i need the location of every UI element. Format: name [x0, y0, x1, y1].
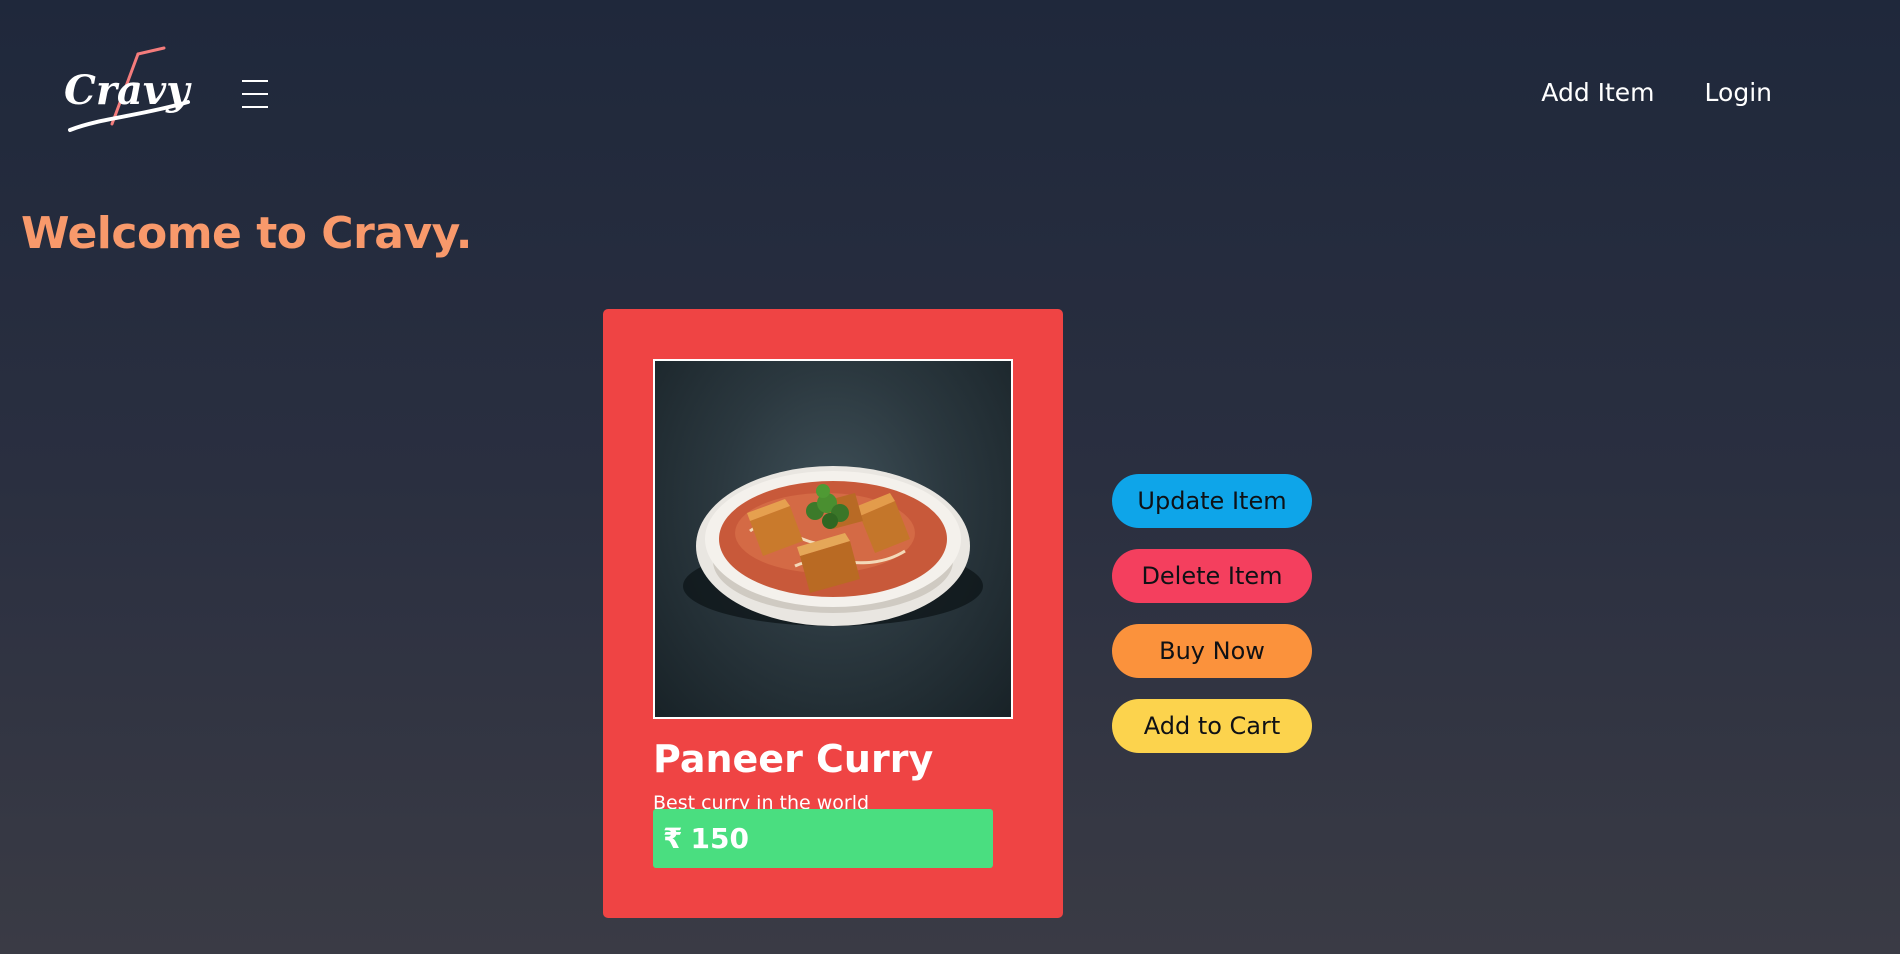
cravy-logo[interactable]: Cravy [60, 44, 198, 144]
buy-now-button[interactable]: Buy Now [1112, 624, 1312, 678]
update-item-button[interactable]: Update Item [1112, 474, 1312, 528]
currency-symbol: ₹ [663, 822, 683, 855]
price-value: 150 [690, 822, 749, 855]
food-item-card: Paneer Curry Best curry in the world ₹ 1… [603, 309, 1063, 918]
navbar: Cravy Add Item Login [0, 0, 1900, 190]
nav-link-login[interactable]: Login [1705, 78, 1772, 107]
add-to-cart-button[interactable]: Add to Cart [1112, 699, 1312, 753]
welcome-heading: Welcome to Cravy. [21, 208, 473, 259]
price-tag: ₹ 150 [653, 809, 993, 868]
item-actions: Update Item Delete Item Buy Now Add to C… [1112, 474, 1312, 774]
nav-links: Add Item Login [1541, 78, 1772, 107]
hamburger-menu-icon[interactable] [240, 80, 270, 116]
delete-item-button[interactable]: Delete Item [1112, 549, 1312, 603]
food-image [653, 359, 1013, 719]
nav-link-add-item[interactable]: Add Item [1541, 78, 1654, 107]
item-name: Paneer Curry [653, 737, 934, 781]
